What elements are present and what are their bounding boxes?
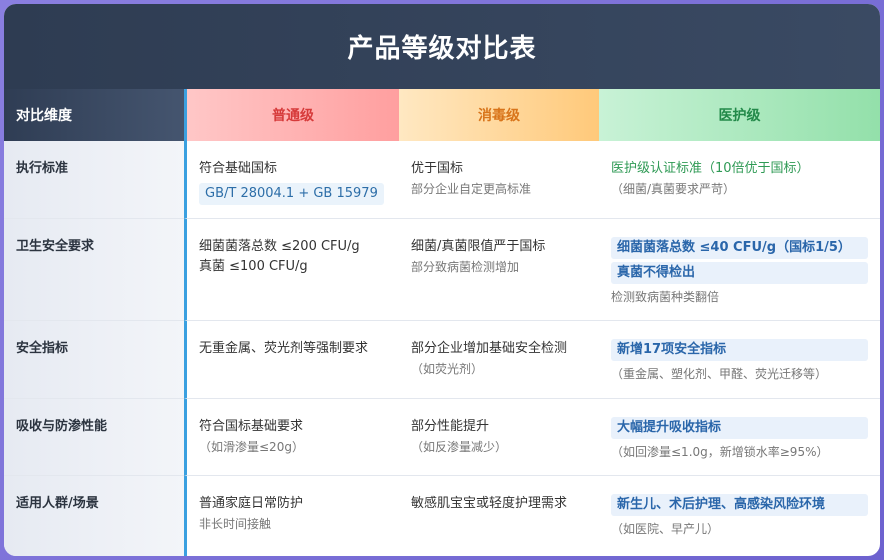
cell-text: 符合基础国标 — [199, 161, 278, 176]
highlight-chip: 真菌不得检出 — [611, 262, 868, 284]
row-medical-cell: 新生儿、术后护理、高感染风险环境 （如医院、早产儿） — [599, 476, 880, 556]
comparison-table: 对比维度 普通级 消毒级 医护级 执行标准 符合基础国标 GB/T 28004.… — [4, 89, 880, 556]
highlight-chip: 新增17项安全指标 — [611, 339, 868, 361]
row-ordinary-cell: 符合国标基础要求 （如滑渗量≤20g） — [184, 399, 399, 476]
cell-text: 部分性能提升 — [411, 419, 490, 434]
cell-subtext: 检测致病菌种类翻倍 — [611, 290, 720, 304]
standard-chip: GB/T 28004.1 + GB 15979 — [199, 183, 384, 205]
cell-text: 无重金属、荧光剂等强制要求 — [199, 341, 369, 356]
row-medical-cell: 新增17项安全指标 （重金属、塑化剂、甲醛、荧光迁移等） — [599, 321, 880, 399]
row-dimension: 卫生安全要求 — [4, 219, 184, 321]
cell-text: 敏感肌宝宝或轻度护理需求 — [411, 496, 568, 511]
row-medical-cell: 细菌菌落总数 ≤40 CFU/g（国标1/5） 真菌不得检出 检测致病菌种类翻倍 — [599, 219, 880, 321]
cell-text: 普通家庭日常防护 — [199, 496, 304, 511]
row-dimension: 吸收与防渗性能 — [4, 399, 184, 476]
highlight-chip: 大幅提升吸收指标 — [611, 417, 868, 439]
cell-subtext: （如滑渗量≤20g） — [199, 440, 304, 454]
header-ordinary: 普通级 — [184, 89, 399, 141]
cell-text: 细菌/真菌限值严于国标 — [411, 239, 546, 254]
row-medical-cell: 大幅提升吸收指标 （如回渗量≤1.0g，新增锁水率≥95%） — [599, 399, 880, 476]
row-ordinary-cell: 普通家庭日常防护 非长时间接触 — [184, 476, 399, 556]
cell-subtext: 非长时间接触 — [199, 517, 272, 531]
row-disinfect-cell: 细菌/真菌限值严于国标 部分致病菌检测增加 — [399, 219, 599, 321]
cell-subtext: （如反渗量减少） — [411, 440, 508, 454]
row-disinfect-cell: 敏感肌宝宝或轻度护理需求 — [399, 476, 599, 556]
row-dimension: 执行标准 — [4, 141, 184, 219]
row-ordinary-cell: 符合基础国标 GB/T 28004.1 + GB 15979 — [184, 141, 399, 219]
row-dimension: 安全指标 — [4, 321, 184, 399]
cell-text-highlight: 医护级认证标准（10倍优于国标） — [611, 161, 810, 176]
cell-subtext: 部分致病菌检测增加 — [411, 260, 520, 274]
cell-subtext: （细菌/真菌要求严苛） — [611, 182, 736, 196]
cell-text: 部分企业增加基础安全检测 — [411, 341, 568, 356]
title-bar: 产品等级对比表 — [4, 4, 880, 89]
cell-text: 符合国标基础要求 — [199, 419, 304, 434]
cell-subtext: （如荧光剂） — [411, 362, 484, 376]
row-medical-cell: 医护级认证标准（10倍优于国标） （细菌/真菌要求严苛） — [599, 141, 880, 219]
row-ordinary-cell: 无重金属、荧光剂等强制要求 — [184, 321, 399, 399]
header-dimension: 对比维度 — [4, 89, 184, 141]
row-dimension: 适用人群/场景 — [4, 476, 184, 556]
header-disinfect: 消毒级 — [399, 89, 599, 141]
cell-subtext: （重金属、塑化剂、甲醛、荧光迁移等） — [611, 367, 828, 381]
header-medical: 医护级 — [599, 89, 880, 141]
cell-text: 真菌 ≤100 CFU/g — [199, 259, 308, 274]
cell-subtext: 部分企业自定更高标准 — [411, 182, 532, 196]
cell-text: 优于国标 — [411, 161, 464, 176]
row-ordinary-cell: 细菌菌落总数 ≤200 CFU/g 真菌 ≤100 CFU/g — [184, 219, 399, 321]
cell-subtext: （如回渗量≤1.0g，新增锁水率≥95%） — [611, 445, 829, 459]
cell-subtext: （如医院、早产儿） — [611, 522, 720, 536]
highlight-chip: 细菌菌落总数 ≤40 CFU/g（国标1/5） — [611, 237, 868, 259]
page-title: 产品等级对比表 — [347, 34, 537, 64]
row-disinfect-cell: 部分性能提升 （如反渗量减少） — [399, 399, 599, 476]
cell-text: 细菌菌落总数 ≤200 CFU/g — [199, 239, 360, 254]
row-disinfect-cell: 优于国标 部分企业自定更高标准 — [399, 141, 599, 219]
highlight-chip: 新生儿、术后护理、高感染风险环境 — [611, 494, 868, 516]
comparison-card: 产品等级对比表 对比维度 普通级 消毒级 医护级 执行标准 符合基础国标 GB/… — [4, 4, 880, 556]
row-disinfect-cell: 部分企业增加基础安全检测 （如荧光剂） — [399, 321, 599, 399]
